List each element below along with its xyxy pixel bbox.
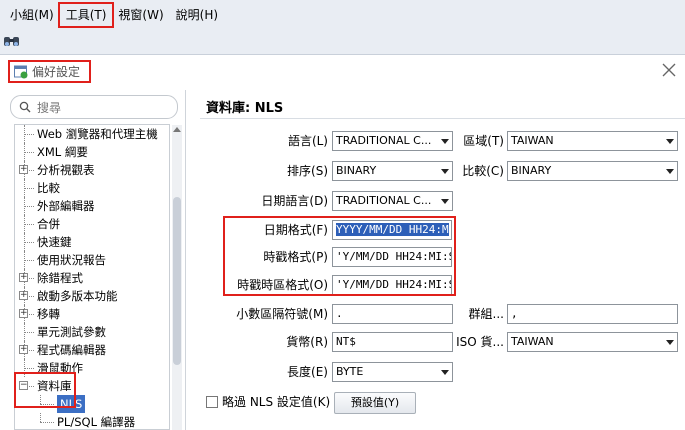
expand-icon: + bbox=[19, 344, 28, 354]
tree-item-code-editor[interactable]: + 程式碼編輯器 bbox=[15, 341, 169, 359]
length-label: 長度(E) bbox=[287, 365, 328, 379]
tree-scrollbar[interactable] bbox=[172, 125, 182, 430]
expand-icon: + bbox=[19, 164, 28, 174]
menu-window[interactable]: 視窗(W) bbox=[112, 4, 169, 26]
search-input[interactable]: 搜尋 bbox=[10, 95, 178, 119]
search-placeholder: 搜尋 bbox=[37, 100, 62, 115]
currency-field[interactable]: NT$ bbox=[332, 332, 453, 352]
dialog-title: 偏好設定 bbox=[8, 60, 91, 83]
scroll-up-icon[interactable] bbox=[173, 127, 181, 132]
expand-icon: + bbox=[19, 290, 28, 300]
skip-nls-label: 略過 NLS 設定值(K) bbox=[222, 395, 331, 409]
iso-currency-label: ISO 貨... bbox=[456, 335, 504, 349]
tree-item-merge[interactable]: 合併 bbox=[15, 215, 169, 233]
date-language-label: 日期語言(D) bbox=[261, 194, 328, 208]
default-button[interactable]: 預設值(Y) bbox=[334, 392, 416, 414]
decimal-separator-label: 小數區隔符號(M) bbox=[236, 307, 328, 321]
search-icon bbox=[19, 101, 31, 113]
page-title: 資料庫: NLS bbox=[206, 101, 284, 116]
tree-item-plsql-compiler[interactable]: PL/SQL 編譯器 bbox=[15, 413, 169, 429]
chevron-down-icon bbox=[441, 370, 449, 375]
chevron-down-icon bbox=[441, 139, 449, 144]
expand-icon: + bbox=[19, 272, 28, 282]
menu-tools[interactable]: 工具(T) bbox=[57, 1, 115, 28]
decimal-separator-field[interactable]: . bbox=[332, 304, 453, 324]
chevron-down-icon bbox=[441, 199, 449, 204]
skip-nls-checkbox[interactable] bbox=[206, 396, 218, 408]
title-divider bbox=[200, 118, 685, 119]
tree-item-unit-test-params[interactable]: 單元測試參數 bbox=[15, 323, 169, 341]
sort-label: 排序(S) bbox=[287, 164, 328, 178]
currency-label: 貨幣(R) bbox=[286, 335, 328, 349]
highlight-box-database-nls bbox=[14, 372, 76, 408]
binoculars-icon[interactable] bbox=[3, 34, 20, 48]
territory-select[interactable]: TAIWAN bbox=[507, 131, 678, 151]
comparison-label: 比較(C) bbox=[462, 164, 504, 178]
tree-item-migration[interactable]: + 移轉 bbox=[15, 305, 169, 323]
toolbar bbox=[0, 29, 685, 55]
menu-bar: 小組(M) 工具(T) 視窗(W) 說明(H) bbox=[0, 0, 685, 29]
language-label: 語言(L) bbox=[287, 134, 328, 148]
tree-item-debugger[interactable]: + 除錯程式 bbox=[15, 269, 169, 287]
chevron-down-icon bbox=[666, 139, 674, 144]
tree-item-usage-reporting[interactable]: 使用狀況報告 bbox=[15, 251, 169, 269]
group-separator-label: 群組... bbox=[468, 307, 504, 321]
length-select[interactable]: BYTE bbox=[332, 362, 453, 382]
tree-item-web-browser[interactable]: Web 瀏覽器和代理主機 bbox=[15, 125, 169, 143]
chevron-down-icon bbox=[666, 169, 674, 174]
sort-select[interactable]: BINARY bbox=[332, 161, 453, 181]
scroll-thumb[interactable] bbox=[173, 197, 181, 365]
dialog-title-text: 偏好設定 bbox=[32, 65, 81, 79]
tree-item-shortcut-keys[interactable]: 快速鍵 bbox=[15, 233, 169, 251]
menu-help[interactable]: 說明(H) bbox=[170, 4, 224, 26]
tree-item-versioning[interactable]: + 啟動多版本功能 bbox=[15, 287, 169, 305]
iso-currency-select[interactable]: TAIWAN bbox=[507, 332, 678, 352]
tree-item-xml-schema[interactable]: XML 綱要 bbox=[15, 143, 169, 161]
date-language-select[interactable]: TRADITIONAL C... bbox=[332, 191, 453, 211]
preferences-icon bbox=[14, 65, 28, 78]
territory-label: 區域(T) bbox=[463, 134, 504, 148]
chevron-down-icon bbox=[666, 340, 674, 345]
language-select[interactable]: TRADITIONAL C... bbox=[332, 131, 453, 151]
tree-item-external-editor[interactable]: 外部編輯器 bbox=[15, 197, 169, 215]
tree-item-analytic-views[interactable]: + 分析視觀表 bbox=[15, 161, 169, 179]
chevron-down-icon bbox=[441, 169, 449, 174]
tree-item-compare[interactable]: 比較 bbox=[15, 179, 169, 197]
group-separator-field[interactable]: , bbox=[507, 304, 678, 324]
menu-team[interactable]: 小組(M) bbox=[4, 4, 60, 26]
comparison-select[interactable]: BINARY bbox=[507, 161, 678, 181]
highlight-box-formats bbox=[223, 216, 456, 296]
close-icon[interactable] bbox=[661, 62, 677, 78]
expand-icon: + bbox=[19, 308, 28, 318]
